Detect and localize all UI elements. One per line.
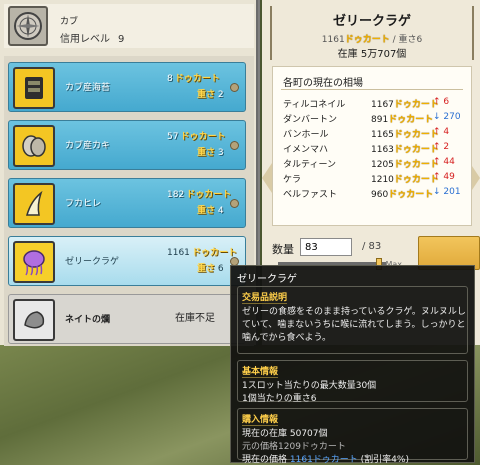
stock-status: 在庫不足 [175, 313, 215, 324]
market-row: ケラ 1210ドゥカート ↑ 49 [283, 172, 469, 185]
quantity-label: 数量 [272, 243, 294, 256]
tooltip-basic-text: 1スロット当たりの最大数量30個 1個当たりの重さ6 [242, 380, 467, 406]
market-price: 1205ドゥカート [371, 160, 439, 170]
purchase-stock: 現在の在庫 50707個 [242, 429, 328, 439]
item-name: カブ産カキ [65, 141, 111, 151]
select-dot[interactable] [230, 141, 239, 150]
market-price: 891ドゥカート [371, 115, 434, 125]
divider [281, 89, 463, 90]
arrow-down-icon: ↓ [433, 112, 441, 122]
list-item[interactable]: カブ産カキ 57 ドゥカート 重さ 3 [8, 120, 246, 170]
arrow-up-icon: ↑ [433, 142, 441, 152]
item-name: ネイトの爛 [65, 315, 111, 325]
compass-icon [8, 6, 48, 46]
detail-price-weight: 1161ドゥカート / 重さ6 [321, 35, 423, 45]
arrow-up-icon: ↑ [433, 157, 441, 167]
quantity-row: 数量 / 83 [272, 236, 480, 270]
item-name: フカヒレ [65, 199, 102, 209]
item-weight: 重さ 3 [197, 148, 224, 158]
market-price: 960ドゥカート [371, 190, 434, 200]
list-item[interactable]: フカヒレ 182 ドゥカート 重さ 4 [8, 178, 246, 228]
market-row: ベルファスト 960ドゥカート ↓ 201 [283, 187, 469, 200]
item-name: ゼリークラゲ [65, 257, 120, 267]
tooltip-purchase-text: 現在の在庫 50707個 元の価格1209ドゥカート 現在の価格 1161ドゥカ… [242, 428, 467, 465]
seaweed-icon [13, 67, 55, 109]
market-row: ダンバートン 891ドゥカート ↓ 270 [283, 112, 469, 125]
trust-level-value: 9 [118, 34, 125, 45]
market-town: イメンマハ [283, 145, 329, 155]
market-price: 1163ドゥカート [371, 145, 439, 155]
item-weight: 重さ 6 [197, 264, 224, 274]
market-title: 各町の現在の相場 [283, 78, 363, 89]
item-price: 182 ドゥカート [167, 190, 232, 200]
market-row: ティルコネイル 1167ドゥカート ↑ 6 [283, 97, 469, 110]
trust-level-label: 信用レベル [60, 34, 110, 45]
purchase-current-price: 現在の価格 1161ドゥカート (割引率4%) [242, 455, 409, 465]
list-item[interactable]: カブ産海苔 8 ドゥカート 重さ 2 [8, 62, 246, 112]
market-row: バンホール 1165ドゥカート ↑ 4 [283, 127, 469, 140]
item-tooltip: ゼリークラゲ 交易品説明 ゼリーの食感をそのまま持っているクラゲ。ヌルヌルしてい… [230, 265, 475, 465]
market-town: バンホール [283, 130, 329, 140]
jellyfish-icon [13, 241, 55, 283]
select-dot[interactable] [230, 83, 239, 92]
market-change: ↓ 201 [433, 187, 461, 197]
detail-stock: 在庫 5万707個 [337, 49, 407, 60]
basic-unit-weight: 1個当たりの重さ6 [242, 394, 317, 404]
trust-level: 信用レベル 9 [60, 30, 124, 45]
market-change: ↓ 270 [433, 112, 461, 122]
market-town: ティルコネイル [283, 100, 346, 110]
market-town: タルティーン [283, 160, 337, 170]
item-name: カブ産海苔 [65, 83, 111, 93]
arrow-up-icon: ↑ [433, 172, 441, 182]
tooltip-purchase-section: 購入情報 現在の在庫 50707個 元の価格1209ドゥカート 現在の価格 11… [237, 408, 468, 465]
market-price: 1167ドゥカート [371, 100, 439, 110]
quantity-max: / 83 [362, 241, 382, 252]
trade-list-panel: カブ 信用レベル 9 カブ産海苔 8 ドゥカート 重さ 2 カブ産カキ 57 ドゥカー… [0, 0, 258, 346]
tooltip-description-heading: 交易品説明 [242, 290, 288, 304]
select-dot[interactable] [230, 199, 239, 208]
item-weight: 重さ 2 [197, 90, 224, 100]
detail-header: ゼリークラゲ 1161ドゥカート / 重さ6 在庫 5万707個 [270, 6, 474, 60]
market-change: ↑ 6 [433, 97, 450, 107]
list-item-selected[interactable]: ゼリークラゲ 1161 ドゥカート 重さ 6 [8, 236, 246, 286]
oyster-icon [13, 125, 55, 167]
market-price-table: 各町の現在の相場 ティルコネイル 1167ドゥカート ↑ 6 ダンバートン 891ドゥカ… [272, 66, 472, 226]
tooltip-title: ゼリークラゲ [237, 274, 297, 285]
arrow-up-icon: ↑ [433, 97, 441, 107]
market-row: タルティーン 1205ドゥカート ↑ 44 [283, 157, 469, 170]
tooltip-basic-heading: 基本情報 [242, 364, 279, 378]
shark-fin-icon [13, 183, 55, 225]
market-row: イメンマハ 1163ドゥカート ↑ 2 [283, 142, 469, 155]
market-price: 1165ドゥカート [371, 130, 439, 140]
basic-slot-capacity: 1スロット当たりの最大数量30個 [242, 381, 377, 391]
detail-title: ゼリークラゲ [332, 14, 411, 29]
item-price: 57 ドゥカート [167, 132, 226, 142]
market-town: ケラ [283, 175, 302, 185]
tooltip-purchase-heading: 購入情報 [242, 412, 279, 426]
market-town: ベルファスト [283, 190, 338, 200]
tooltip-description-text: ゼリーの食感をそのまま持っているクラゲ。ヌルヌルしていて、噛まないうちに喉に流れ… [242, 307, 466, 343]
market-price: 1210ドゥカート [371, 175, 439, 185]
guild-name: カブ [60, 17, 79, 27]
item-price: 1161 ドゥカート [167, 248, 237, 258]
stone-icon [13, 299, 55, 341]
tooltip-basic-section: 基本情報 1スロット当たりの最大数量30個 1個当たりの重さ6 [237, 360, 468, 404]
arrow-up-icon: ↑ [433, 127, 441, 137]
item-weight: 重さ 4 [197, 206, 224, 216]
market-change: ↑ 44 [433, 157, 455, 167]
arrow-down-icon: ↓ [433, 187, 441, 197]
item-list: カブ産海苔 8 ドゥカート 重さ 2 カブ産カキ 57 ドゥカート 重さ 3 フカヒ… [4, 56, 254, 346]
market-change: ↑ 49 [433, 172, 455, 182]
list-item-out-of-stock[interactable]: ネイトの爛 在庫不足 [8, 294, 246, 344]
market-town: ダンバートン [283, 115, 338, 125]
guild-header: カブ 信用レベル 9 [4, 4, 254, 48]
market-change: ↑ 2 [433, 142, 450, 152]
market-change: ↑ 4 [433, 127, 450, 137]
tooltip-description-section: 交易品説明 ゼリーの食感をそのまま持っているクラゲ。ヌルヌルしていて、噛まないう… [237, 286, 468, 354]
item-price: 8 ドゥカート [167, 74, 220, 84]
purchase-original-price: 元の価格1209ドゥカート [242, 442, 346, 452]
quantity-input[interactable] [300, 238, 352, 256]
